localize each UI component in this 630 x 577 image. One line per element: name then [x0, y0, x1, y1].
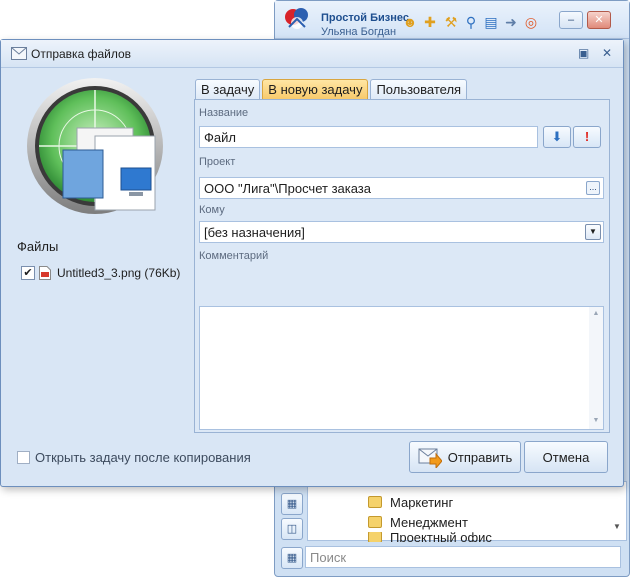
- files-label: Файлы: [17, 239, 59, 254]
- calendar-icon[interactable]: ▤: [482, 13, 500, 31]
- assignee-value: [без назначения]: [204, 225, 305, 240]
- dialog-title: Отправка файлов: [31, 47, 132, 61]
- assignee-select[interactable]: [без назначения] ▼: [199, 221, 604, 243]
- open-after-copy-option[interactable]: Открыть задачу после копирования: [17, 450, 251, 465]
- scroll-down-icon[interactable]: ▼: [613, 522, 621, 531]
- scroll-up-icon[interactable]: ▲: [589, 310, 603, 322]
- user-icon[interactable]: ☻: [401, 13, 419, 31]
- send-mail-icon: [418, 448, 442, 468]
- to-label: Кому: [199, 204, 225, 216]
- send-button-label: Отправить: [447, 449, 513, 465]
- scroll-down-icon[interactable]: ▼: [589, 417, 603, 429]
- tree-item[interactable]: Менеджмент: [368, 512, 468, 532]
- current-user-name: Ульяна Богдан: [321, 26, 397, 38]
- priority-low-button[interactable]: ⬇: [543, 126, 571, 148]
- app-name: Простой Бизнес: [321, 12, 409, 24]
- tree-item[interactable]: Маркетинг: [368, 492, 453, 512]
- project-value: ООО "Лига"\Просчет заказа: [204, 181, 372, 196]
- folder-icon: [368, 496, 382, 508]
- task-name-input[interactable]: Файл: [199, 126, 538, 148]
- project-label: Проект: [199, 156, 236, 168]
- comment-scrollbar[interactable]: ▲ ▼: [589, 307, 603, 429]
- side-panel-button-2[interactable]: ◫: [281, 518, 303, 540]
- close-icon[interactable]: ✕: [602, 46, 612, 60]
- envelope-icon: [11, 47, 27, 60]
- tree-scrollbar[interactable]: ▼: [610, 482, 624, 540]
- tab-user[interactable]: Пользователя: [370, 79, 468, 101]
- name-label: Название: [199, 107, 249, 119]
- image-file-icon: [39, 266, 51, 280]
- search-panel-button[interactable]: ▦: [281, 547, 303, 569]
- file-transfer-illustration-icon: [27, 78, 163, 214]
- file-checkbox[interactable]: ✔: [21, 266, 35, 280]
- side-panel-button[interactable]: ▦: [281, 493, 303, 515]
- tab-new-task[interactable]: В новую задачу: [262, 79, 369, 101]
- project-field[interactable]: ООО "Лига"\Просчет заказа ...: [199, 177, 604, 199]
- cancel-button[interactable]: Отмена: [524, 441, 608, 473]
- cancel-button-label: Отмена: [542, 449, 590, 465]
- tree-item[interactable]: Проектный офис: [368, 532, 492, 542]
- open-after-copy-checkbox[interactable]: [17, 451, 30, 464]
- priority-high-button[interactable]: !: [573, 126, 601, 148]
- app-logo-icon: [285, 8, 308, 29]
- chevron-down-icon[interactable]: ▼: [585, 224, 601, 240]
- folder-tree: Маркетинг Менеджмент Проектный офис ▼: [307, 481, 627, 542]
- arrow-right-icon[interactable]: ➜: [502, 13, 520, 31]
- comment-label: Комментарий: [199, 250, 269, 262]
- app-header: Простой Бизнес Ульяна Богдан ☻ ✚ ⚒ ⚲ ▤ ➜…: [275, 1, 629, 39]
- browse-project-button[interactable]: ...: [586, 181, 600, 195]
- tree-item-label: Проектный офис: [390, 532, 492, 542]
- send-button[interactable]: Отправить: [409, 441, 521, 473]
- search-icon[interactable]: ⚲: [462, 13, 480, 31]
- folder-icon: [368, 532, 382, 542]
- search-input[interactable]: Поиск: [305, 546, 621, 568]
- open-after-copy-label: Открыть задачу после копирования: [35, 450, 251, 465]
- send-files-dialog: Отправка файлов ▣ ✕ Файлы ✔ Untitled3_3.…: [0, 39, 624, 487]
- new-task-form: Название Файл ⬇ ! Проект ООО "Лига"\Прос…: [194, 99, 610, 433]
- dialog-titlebar[interactable]: Отправка файлов ▣ ✕: [1, 40, 623, 68]
- folder-icon: [368, 516, 382, 528]
- tree-item-label: Менеджмент: [390, 514, 468, 530]
- lifebuoy-icon[interactable]: ◎: [522, 13, 540, 31]
- comment-textarea[interactable]: ▲ ▼: [199, 306, 604, 430]
- close-button[interactable]: ✕: [587, 11, 611, 29]
- file-list-item[interactable]: ✔ Untitled3_3.png (76Kb): [21, 264, 180, 282]
- tree-item-label: Маркетинг: [390, 494, 454, 510]
- wrench-icon[interactable]: ⚒: [442, 13, 460, 31]
- maximize-icon[interactable]: ▣: [578, 46, 589, 60]
- minimize-button[interactable]: –: [559, 11, 583, 29]
- tab-existing-task[interactable]: В задачу: [195, 79, 261, 101]
- file-name: Untitled3_3.png (76Kb): [57, 266, 181, 280]
- tab-bar: В задачу В новую задачу Пользователя: [195, 79, 469, 101]
- add-icon[interactable]: ✚: [421, 13, 439, 31]
